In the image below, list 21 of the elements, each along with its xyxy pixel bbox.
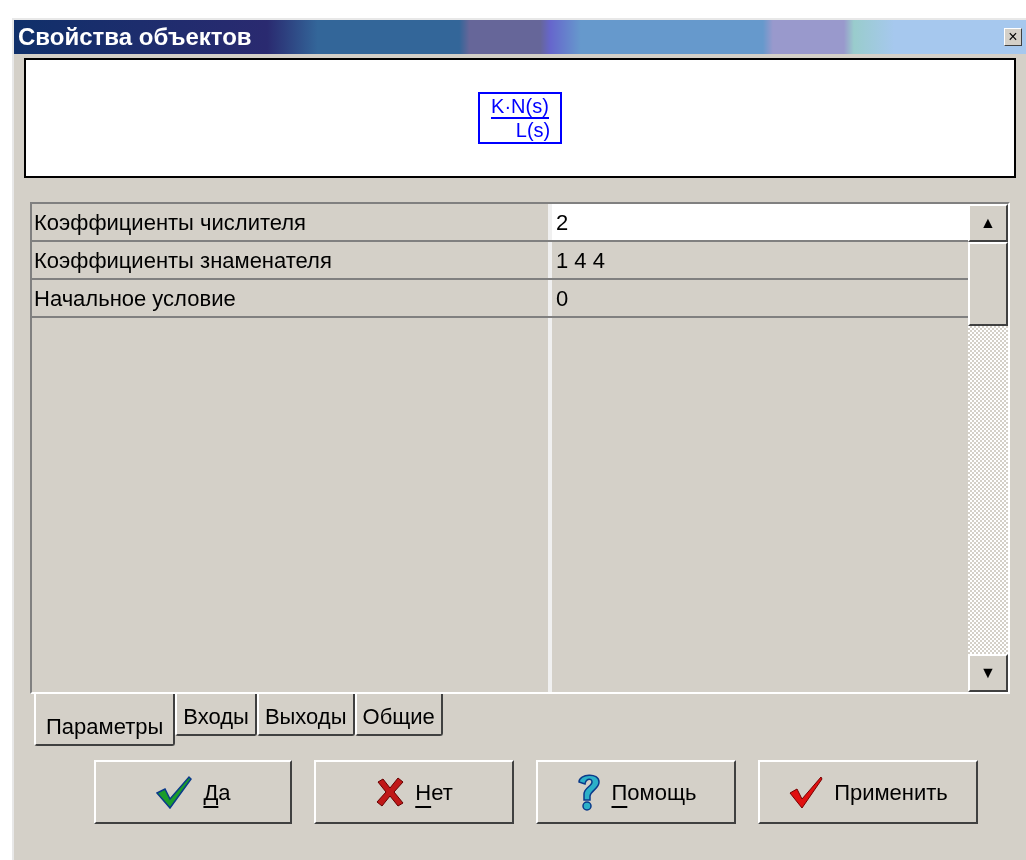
property-value[interactable]: 2	[552, 204, 968, 240]
scroll-thumb[interactable]	[968, 242, 1008, 326]
check-icon	[788, 775, 825, 809]
dialog-button[interactable]: Помощь	[536, 760, 736, 824]
close-button[interactable]: ×	[1004, 28, 1022, 46]
dialog-button[interactable]: Применить	[758, 760, 978, 824]
dialog-button[interactable]: Да	[94, 760, 292, 824]
dialog-button[interactable]: Нет	[314, 760, 514, 824]
numerator-text: K·N(s)	[491, 95, 549, 119]
scroll-up-button[interactable]: ▲	[968, 204, 1008, 242]
tab[interactable]: Общие	[354, 694, 443, 736]
tab[interactable]: Входы	[175, 694, 257, 736]
tab[interactable]: Выходы	[256, 694, 355, 736]
window-title: Свойства объектов	[18, 22, 252, 52]
denominator-text: L(s)	[514, 119, 551, 141]
cross-icon	[375, 777, 406, 807]
scrollbar[interactable]: ▲ ▼	[968, 204, 1008, 692]
tab[interactable]: Параметры	[34, 694, 176, 746]
scroll-down-button[interactable]: ▼	[968, 654, 1008, 692]
check-icon	[155, 775, 194, 809]
question-mark-icon	[575, 772, 602, 812]
